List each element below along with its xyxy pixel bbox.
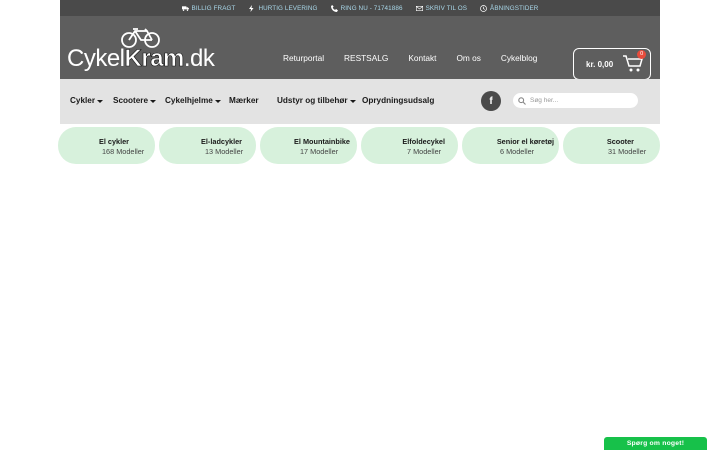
caret-down-icon: [97, 99, 104, 103]
topbar-item-label: RING NU - 71741886: [340, 4, 403, 12]
logo-text: CykelKram.dk: [67, 45, 215, 72]
main-nav: Returportal RESTSALG Kontakt Om os Cykel…: [283, 53, 537, 63]
catnav-oprydningsudsalg[interactable]: Oprydningsudsalg: [362, 96, 434, 105]
cart-icon: 0: [623, 50, 647, 73]
topbar-item-label: ÅBNINGSTIDER: [490, 4, 539, 12]
topbar-item-hours[interactable]: ÅBNINGSTIDER: [480, 5, 538, 12]
nav-om-os[interactable]: Om os: [456, 53, 480, 63]
topbar-item-phone[interactable]: RING NU - 71741886: [330, 4, 403, 12]
caret-down-icon: [349, 99, 356, 103]
nav-kontakt[interactable]: Kontakt: [408, 53, 436, 63]
site-logo[interactable]: CykelKram.dk: [67, 27, 217, 71]
category-count: 7 Modeller: [407, 147, 442, 156]
clock-icon: [480, 4, 487, 12]
cart-button[interactable]: kr. 0,00 0: [573, 48, 651, 80]
category-tiles: El cykler 168 Modeller El-ladcykler 13 M…: [58, 127, 662, 164]
catnav-label: Oprydningsudsalg: [362, 96, 435, 105]
category-name: El Mountainbike: [294, 137, 350, 146]
category-tile-scooter[interactable]: Scooter 31 Modeller: [563, 127, 660, 164]
catnav-udstyr[interactable]: Udstyr og tilbehør: [277, 96, 356, 105]
catnav-label: Scootere: [113, 96, 149, 105]
category-count: 13 Modeller: [205, 147, 244, 156]
category-name: Scooter: [606, 137, 634, 146]
category-count: 17 Modeller: [300, 147, 339, 156]
category-count: 168 Modeller: [102, 147, 145, 156]
phone-icon: [330, 4, 338, 12]
topbar-item-label: BILLIG FRAGT: [191, 4, 236, 12]
catnav-cykelhjelme[interactable]: Cykelhjelme: [165, 96, 221, 105]
search-input[interactable]: [530, 97, 630, 104]
nav-returportal[interactable]: Returportal: [283, 53, 324, 63]
catnav-label: Cykelhjelme: [165, 96, 213, 105]
page-container: BILLIG FRAGT HURTIG LEVERING RING NU - 7…: [60, 0, 660, 124]
search-icon: [518, 96, 526, 105]
category-nav: Cykler Scootere Cykelhjelme Mærker Udsty…: [60, 79, 660, 124]
nav-restsalg[interactable]: RESTSALG: [344, 53, 388, 63]
caret-down-icon: [150, 99, 157, 103]
catnav-scootere[interactable]: Scootere: [113, 96, 157, 105]
category-count: 6 Modeller: [500, 147, 535, 156]
category-count: 31 Modeller: [608, 147, 647, 156]
catnav-label: Cykler: [70, 96, 96, 105]
topbar-item-label: HURTIG LEVERING: [258, 4, 318, 12]
category-tile-el-ladcykler[interactable]: El-ladcykler 13 Modeller: [159, 127, 256, 164]
category-tile-senior-el[interactable]: Senior el køretøj 6 Modeller: [462, 127, 559, 164]
topbar-item-delivery[interactable]: HURTIG LEVERING: [248, 4, 318, 12]
catnav-label: Mærker: [229, 96, 259, 105]
category-tile-el-mountainbike[interactable]: El Mountainbike 17 Modeller: [260, 127, 357, 164]
topbar-item-shipping[interactable]: BILLIG FRAGT: [181, 4, 236, 12]
cart-count-badge: 0: [637, 50, 647, 59]
search-box: [513, 93, 638, 108]
truck-icon: [181, 5, 189, 11]
facebook-icon[interactable]: f: [481, 91, 501, 111]
catnav-maerker[interactable]: Mærker: [229, 96, 259, 105]
caret-down-icon: [214, 99, 221, 103]
catnav-cykler[interactable]: Cykler: [70, 96, 104, 105]
category-tile-elfoldecykel[interactable]: Elfoldecykel 7 Modeller: [361, 127, 458, 164]
category-tile-el-cykler[interactable]: El cykler 168 Modeller: [58, 127, 155, 164]
category-name: El cykler: [98, 137, 129, 146]
category-name: Elfoldecykel: [402, 137, 445, 146]
cart-amount: kr. 0,00: [586, 59, 614, 69]
top-info-bar: BILLIG FRAGT HURTIG LEVERING RING NU - 7…: [60, 0, 660, 16]
category-name: El-ladcykler: [201, 137, 242, 146]
nav-cykelblog[interactable]: Cykelblog: [501, 53, 537, 63]
site-header: CykelKram.dk Returportal RESTSALG Kontak…: [60, 16, 660, 80]
catnav-label: Udstyr og tilbehør: [277, 96, 348, 105]
bolt-icon: [249, 4, 254, 12]
category-name: Senior el køretøj: [496, 137, 554, 146]
topbar-item-label: SKRIV TIL OS: [425, 4, 468, 12]
topbar-item-email[interactable]: SKRIV TIL OS: [415, 4, 468, 12]
envelope-icon: [415, 5, 423, 11]
chat-button[interactable]: Spørg om noget!: [604, 437, 707, 450]
